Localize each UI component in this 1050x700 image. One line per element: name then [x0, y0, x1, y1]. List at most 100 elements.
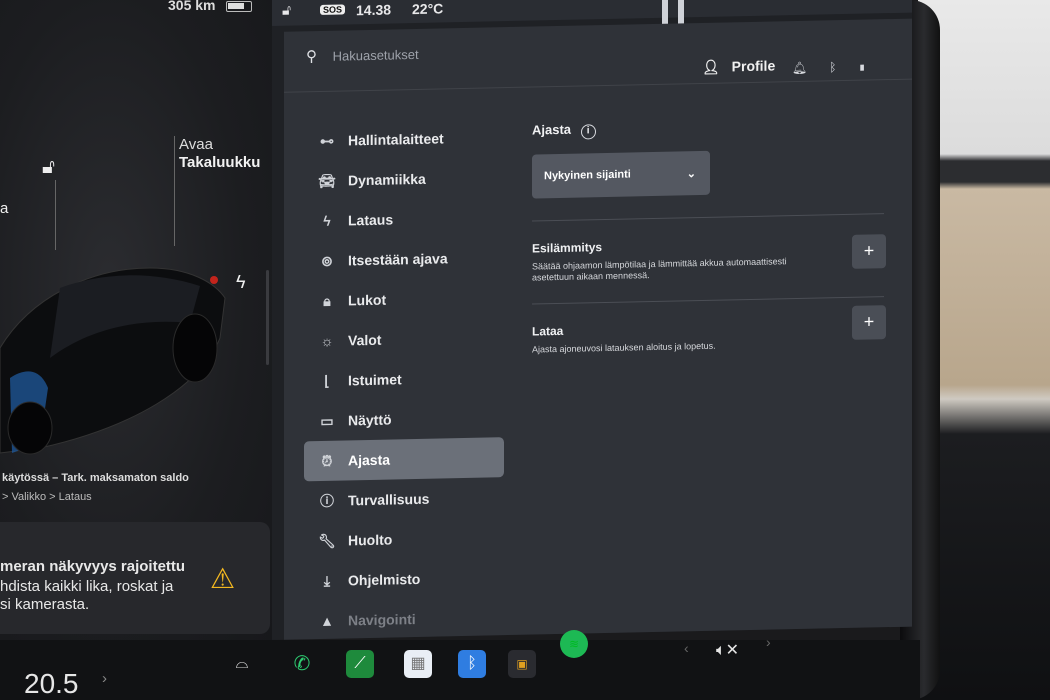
menu-item-navigointi[interactable]: ▲ Navigointi [304, 597, 504, 641]
alert-line: si kamerasta. [0, 596, 90, 613]
menu-item-naytto[interactable]: ▭ Näyttö [304, 397, 504, 441]
account-warning-path: > Valikko > Lataus [2, 491, 92, 503]
warning-triangle-icon: ⚠ [210, 563, 236, 594]
calendar-icon[interactable]: ▦ [404, 650, 432, 678]
car-icon: 🚘︎ [318, 172, 336, 189]
profile-button[interactable]: 👤︎ Profile [702, 57, 775, 76]
chart-app-icon[interactable]: ⟋ [346, 650, 374, 678]
bell-icon[interactable]: 🔔︎ [792, 60, 829, 75]
settings-menu: ⊷ Hallintalaitteet 🚘︎ Dynamiikka ϟ Lataus ⊚… [304, 117, 504, 641]
settings-panel: ⚲ Hakuasetukset 👤︎ Profile 🔔︎ᛒ▮ ⊷ Hallint… [284, 18, 912, 641]
menu-item-dynamiikka[interactable]: 🚘︎ Dynamiikka [304, 157, 504, 201]
alert-circle-icon: ⓘ [320, 492, 334, 509]
header-status-icons: 🔔︎ᛒ▮ [792, 59, 888, 75]
section-divider [532, 213, 884, 222]
outside-temperature: 22°C [412, 0, 444, 18]
download-icon: ⤓ [323, 572, 331, 589]
lte-signal-icon: ▮ [858, 59, 888, 74]
chevron-right-icon[interactable]: › [766, 634, 771, 650]
menu-label: Navigointi [348, 610, 416, 629]
menu-label: Näyttö [348, 411, 392, 429]
menu-label: Istuimet [348, 371, 402, 389]
volume-mute-icon[interactable]: 🔈︎✕ [716, 640, 739, 660]
add-preheat-button[interactable]: + [852, 234, 886, 269]
apps-launcher-icon[interactable]: ▣ [508, 650, 536, 678]
menu-item-lukot[interactable]: 🔒︎ Lukot [304, 277, 504, 321]
section-title-text: Ajasta [532, 121, 572, 138]
steering-wheel-icon: ⊚ [321, 252, 333, 269]
menu-label: Itsestään ajava [348, 250, 448, 269]
menu-item-valot[interactable]: ☼ Valot [304, 317, 504, 361]
menu-label: Lataus [348, 211, 394, 229]
charge-description: Ajasta ajoneuvosi latauksen aloitus ja l… [532, 340, 716, 355]
camera-visibility-alert[interactable]: meran näkyvyys rajoitettu hdista kaikki … [0, 522, 270, 634]
preheat-description: Säätää ohjaamon lämpötilaa ja lämmittää … [532, 256, 787, 283]
account-warning-text: käytössä – Tark. maksamaton saldo [2, 472, 189, 484]
wrench-icon: 🔧︎ [318, 532, 336, 549]
person-icon: 👤︎ [702, 58, 720, 75]
trunk-name-label: Takaluukku [179, 154, 261, 171]
search-field[interactable]: ⚲ Hakuasetukset [306, 45, 419, 65]
bluetooth-app-icon[interactable]: ᛒ [458, 650, 486, 678]
section-divider [532, 296, 884, 305]
location-value: Nykyinen sijainti [544, 168, 631, 183]
car-controls-icon[interactable]: ⌓ [228, 650, 256, 678]
navigation-icon: ▲ [320, 612, 334, 629]
alert-title: meran näkyvyys rajoitettu [0, 558, 186, 575]
menu-label: Ohjelmisto [348, 570, 421, 589]
menu-label: Huolto [348, 531, 393, 549]
preheat-title: Esilämmitys [532, 240, 603, 256]
lock-icon: 🔒︎ [323, 292, 331, 309]
scroll-handle[interactable] [266, 270, 269, 365]
battery-icon [226, 1, 252, 12]
menu-item-istuimet[interactable]: ⌊ Istuimet [304, 357, 504, 401]
lock-status-icon[interactable]: 🔓︎ [282, 2, 291, 19]
header-divider [284, 78, 912, 93]
clock: 14.38 [356, 1, 392, 19]
menu-item-turvallisuus[interactable]: ⓘ Turvallisuus [304, 477, 504, 521]
chevron-right-icon[interactable]: › [102, 670, 107, 687]
range-readout: 305 km [168, 0, 216, 13]
menu-label: Lukot [348, 291, 387, 309]
alert-line: hdista kaikki lika, roskat ja [0, 578, 174, 595]
phone-icon[interactable]: ✆ [288, 650, 316, 678]
chevron-down-icon: ⌄ [686, 167, 696, 180]
chevron-left-icon[interactable]: ‹ [684, 640, 689, 656]
bluetooth-icon[interactable]: ᛒ [829, 60, 858, 75]
search-placeholder: Hakuasetukset [332, 46, 419, 64]
trunk-button[interactable]: Avaa Takaluukku [179, 136, 260, 172]
menu-label: Hallintalaitteet [348, 130, 444, 149]
trunk-open-label: Avaa [179, 136, 213, 153]
menu-item-huolto[interactable]: 🔧︎ Huolto [304, 517, 504, 561]
menu-item-hallintalaitteet[interactable]: ⊷ Hallintalaitteet [304, 117, 504, 161]
charge-title: Lataa [532, 323, 564, 339]
unlock-icon[interactable]: 🔓︎ [42, 156, 55, 179]
menu-item-lataus[interactable]: ϟ Lataus [304, 197, 504, 241]
search-icon: ⚲ [306, 48, 317, 66]
sos-badge: SOS [320, 4, 346, 15]
settings-screen: 🔓︎ SOS 14.38 22°C ⚲ Hakuasetukset 👤︎ Pro… [272, 0, 912, 640]
menu-item-ajasta[interactable]: ⏰︎ Ajasta [304, 437, 504, 482]
spotify-icon[interactable]: ≋ [560, 630, 588, 658]
menu-item-itsestaan-ajava[interactable]: ⊚ Itsestään ajava [304, 237, 504, 281]
charge-schedule-row: Lataa Ajasta ajoneuvosi latauksen aloitu… [532, 305, 892, 381]
add-charge-schedule-button[interactable]: + [852, 305, 886, 340]
charge-port-icon[interactable]: ϟ [236, 272, 246, 293]
display-icon: ▭ [320, 412, 334, 429]
seat-icon: ⌊ [324, 372, 330, 389]
info-icon[interactable]: i [580, 124, 596, 140]
taskbar: 20.5 › ⌓ ✆ ⟋ ▦ ᛒ ▣ ≋ ‹ 🔈︎✕ › [0, 630, 920, 700]
section-title: Ajasta i [532, 115, 892, 141]
menu-label: Ajasta [348, 451, 391, 469]
sun-icon: ☼ [320, 332, 334, 349]
alarm-clock-icon: ⏰︎ [321, 452, 333, 469]
menu-label: Turvallisuus [348, 490, 430, 509]
location-dropdown[interactable]: Nykyinen sijainti ⌄ [532, 150, 710, 199]
menu-item-ohjelmisto[interactable]: ⤓ Ohjelmisto [304, 557, 504, 601]
climate-temperature[interactable]: 20.5 [24, 668, 79, 700]
schedule-content: Ajasta i Nykyinen sijainti ⌄ Esilämmitys… [532, 115, 892, 381]
menu-label: Dynamiikka [348, 170, 426, 189]
toggle-icon: ⊷ [320, 132, 334, 149]
profile-label: Profile [731, 57, 776, 75]
car-visualization-panel: 305 km Avaa Takaluukku 🔓︎ a ϟ käytössä –… [0, 0, 272, 640]
